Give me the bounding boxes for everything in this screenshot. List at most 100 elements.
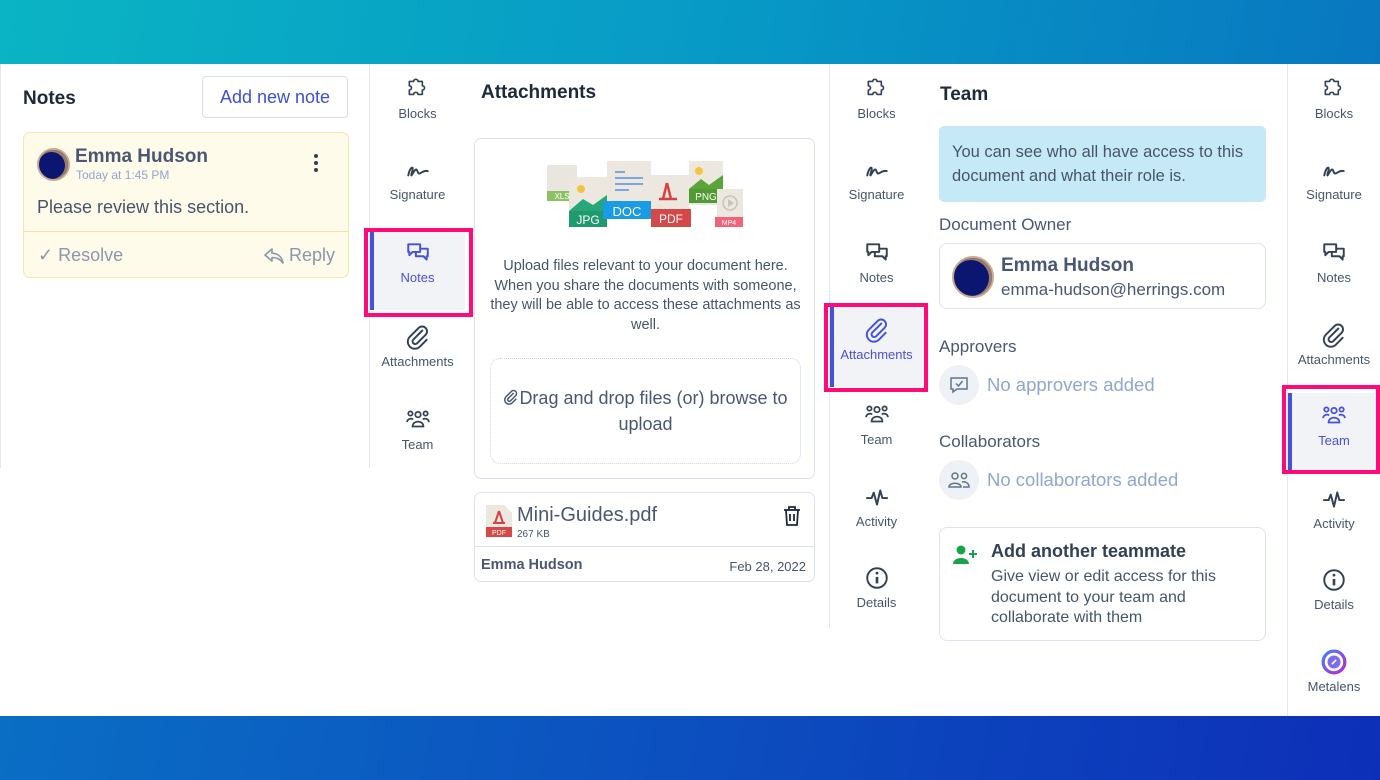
chat-icon (406, 243, 429, 261)
pdf-file-icon: PDF (486, 505, 512, 537)
sidebar-item-activity[interactable]: Activity (1288, 476, 1380, 556)
attachments-panel: Attachments XLS JPG DOC PDF PNG MP4 Uplo… (470, 64, 828, 624)
avatar (37, 148, 70, 181)
note-author: Emma Hudson (75, 146, 209, 167)
sidebar-item-details[interactable]: Details (830, 555, 923, 635)
sidebar-item-blocks[interactable]: Blocks (830, 66, 923, 146)
sidebar-item-activity[interactable]: Activity (830, 474, 923, 554)
paperclip-icon (1322, 323, 1344, 348)
sidebar-item-metalens[interactable]: Metalens (1288, 639, 1380, 719)
note-timestamp: Today at 1:45 PM (76, 168, 170, 182)
pdf-badge: PDF (492, 530, 506, 537)
file-types-illustration: XLS JPG DOC PDF PNG MP4 (547, 161, 743, 227)
sidebar-item-team[interactable]: Team (1288, 393, 1380, 473)
attachments-panel-title: Attachments (481, 82, 597, 103)
illustration-label: PNG (695, 192, 717, 203)
sidebar-item-label: Blocks (1314, 106, 1354, 121)
sidebar-item-signature[interactable]: Signature (1288, 147, 1380, 227)
paperclip-icon (865, 318, 887, 343)
puzzle-icon (408, 78, 425, 96)
file-size: 267 KB (517, 529, 550, 540)
sidebar-item-label: Metalens (1307, 679, 1361, 694)
add-user-icon (953, 545, 977, 564)
reply-button[interactable]: Reply (263, 245, 335, 266)
canvas: Notes Add new note Emma Hudson Today at … (0, 64, 1380, 716)
sidebar-item-attachments[interactable]: Attachments (830, 307, 923, 387)
sidebar-item-blocks[interactable]: Blocks (370, 66, 465, 146)
team-panel-title: Team (940, 84, 989, 105)
notes-panel-title: Notes (23, 88, 76, 109)
sidebar-item-label: Attachments (1297, 352, 1371, 367)
divider (24, 231, 348, 232)
signature-icon (406, 166, 429, 177)
collaborators-label: Collaborators (939, 432, 1041, 451)
approvers-label: Approvers (939, 337, 1017, 356)
reply-label: Reply (289, 245, 336, 265)
background-bottom-gradient (0, 716, 1380, 780)
sidebar-item-notes[interactable]: Notes (830, 230, 923, 310)
illustration-label: MP4 (722, 220, 737, 227)
users-icon (939, 460, 979, 500)
divider (475, 546, 814, 547)
collaborators-empty-row: No collaborators added (939, 460, 1178, 500)
sidebar-item-label: Blocks (857, 106, 896, 121)
signature-icon (865, 166, 888, 177)
approvers-empty-row: No approvers added (939, 365, 1155, 405)
trash-icon[interactable] (782, 505, 802, 527)
illustration-label: JPG (576, 213, 599, 227)
add-teammate-description: Give view or edit access for this docume… (991, 568, 1216, 626)
add-teammate-title: Add another teammate (991, 541, 1187, 561)
team-icon (864, 405, 889, 423)
sidebar-item-label: Signature (389, 187, 446, 202)
file-dropzone[interactable]: Drag and drop files (or) browse to uploa… (490, 358, 801, 464)
team-panel: Team You can see who all have access to … (930, 64, 1280, 664)
sidebar-item-signature[interactable]: Signature (370, 147, 465, 227)
puzzle-icon (867, 78, 884, 96)
sidebar-item-label: Notes (859, 270, 894, 285)
approval-icon (939, 365, 979, 405)
add-teammate-card[interactable]: Add another teammate Give view or edit a… (939, 527, 1266, 641)
sidebar-item-label: Notes (1317, 270, 1351, 285)
file-date: Feb 28, 2022 (729, 559, 806, 574)
upload-description: Upload files relevant to your document h… (490, 258, 801, 333)
resolve-button[interactable]: ✓ Resolve (38, 245, 123, 266)
sidebar-item-label: Details (856, 595, 897, 610)
team-icon (1322, 406, 1346, 424)
owner-name: Emma Hudson (1001, 255, 1135, 276)
note-card: Emma Hudson Today at 1:45 PM Please revi… (23, 132, 349, 278)
paperclip-icon (504, 389, 518, 405)
sidebar-item-label: Blocks (398, 106, 437, 121)
sidebar-item-team[interactable]: Team (370, 397, 465, 477)
sidebar-item-details[interactable]: Details (1288, 557, 1380, 637)
sidebar-item-label: Team (1318, 433, 1350, 448)
signature-icon (1323, 166, 1345, 177)
avatar (952, 256, 994, 298)
sidebar-item-label: Attachments (840, 347, 913, 362)
sidebar-item-label: Signature (848, 187, 905, 202)
owner-email: emma-hudson@herrings.com (1001, 280, 1226, 299)
sidebar-item-signature[interactable]: Signature (830, 147, 923, 227)
sidebar-attachments-view: Blocks Signature Notes Attachments Team Activ… (829, 64, 923, 628)
sidebar-item-notes[interactable]: Notes (370, 230, 465, 310)
sidebar-team-view: Blocks Signature Notes Attachments Team Activ… (1287, 64, 1380, 716)
paperclip-icon (406, 325, 428, 350)
approvers-empty-text: No approvers added (987, 374, 1155, 395)
sidebar-item-attachments[interactable]: Attachments (370, 314, 465, 394)
document-owner-label: Document Owner (939, 215, 1072, 234)
sidebar-item-notes[interactable]: Notes (1288, 230, 1380, 310)
sidebar-item-label: Details (1314, 597, 1354, 612)
sidebar-item-label: Attachments (381, 354, 454, 369)
sidebar-item-attachments[interactable]: Attachments (1288, 312, 1380, 392)
background-top-gradient (0, 0, 1380, 64)
more-options-icon[interactable] (306, 151, 326, 175)
metalens-icon (1321, 649, 1347, 675)
sidebar-item-label: Activity (1313, 516, 1355, 531)
attachment-file-card[interactable]: PDF Mini-Guides.pdf 267 KB Emma Hudson F… (474, 492, 815, 582)
puzzle-icon (1324, 78, 1342, 96)
sidebar-item-team[interactable]: Team (830, 392, 923, 472)
illustration-label: DOC (613, 204, 642, 219)
file-name[interactable]: Mini-Guides.pdf (517, 504, 657, 527)
add-new-note-button[interactable]: Add new note (202, 76, 348, 118)
sidebar-item-blocks[interactable]: Blocks (1288, 66, 1380, 146)
sidebar-notes-view: Blocks Signature Notes Attachments Team (369, 64, 465, 468)
